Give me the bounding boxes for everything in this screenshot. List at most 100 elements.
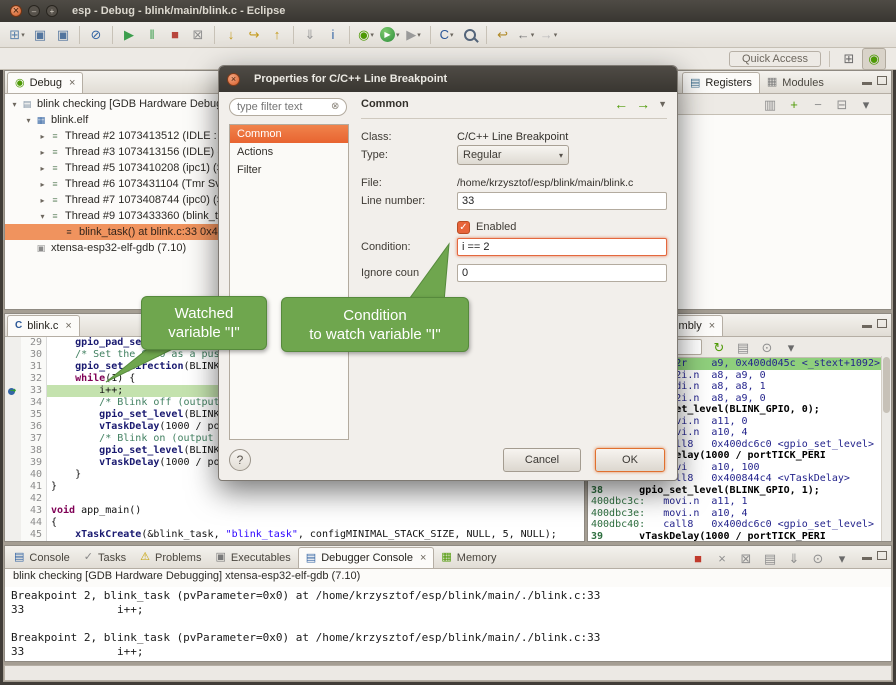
window-maximize-button[interactable]: +: [46, 5, 58, 17]
external-tools-icon[interactable]: ▶▾: [403, 25, 425, 45]
close-icon[interactable]: ×: [420, 552, 426, 564]
tree-expander[interactable]: ▸: [37, 196, 48, 205]
dialog-close-button[interactable]: ×: [227, 73, 240, 86]
drop-to-frame-icon[interactable]: ⇓: [299, 25, 321, 45]
tree-expander[interactable]: ▸: [37, 132, 48, 141]
tab-tasks[interactable]: ✓Tasks: [77, 547, 133, 568]
tab-problems[interactable]: ⚠Problems: [133, 547, 208, 568]
tab-registers[interactable]: ▤Registers: [682, 72, 760, 93]
close-icon[interactable]: ×: [709, 320, 715, 332]
tree-expander[interactable]: ▸: [37, 180, 48, 189]
new-cpp-file-icon[interactable]: C▾: [436, 25, 458, 45]
maximize-view-icon[interactable]: [877, 76, 887, 85]
ok-button[interactable]: OK: [595, 448, 665, 472]
instruction-stepping-icon[interactable]: i: [322, 25, 344, 45]
dialog-nav-filter[interactable]: Filter: [230, 161, 348, 179]
code-line[interactable]: 42: [5, 493, 584, 505]
disassembly-line[interactable]: 38 gpio_set_level(BLINK_GPIO, 1);: [588, 485, 891, 497]
code-line[interactable]: 45 xTaskCreate(&blink_task, "blink_task"…: [5, 529, 584, 541]
back-icon[interactable]: ←▾: [515, 25, 537, 45]
minimize-view-icon[interactable]: [862, 325, 872, 328]
tab-debugger-console[interactable]: ▤Debugger Console×: [298, 547, 435, 568]
tree-expander[interactable]: ▾: [23, 116, 34, 125]
tree-expander[interactable]: ▸: [37, 148, 48, 157]
code-line[interactable]: 44{: [5, 517, 584, 529]
disassembly-line[interactable]: 400dbc3e: movi.n a10, 4: [588, 508, 891, 520]
tab-console[interactable]: ▤Console: [7, 547, 77, 568]
view-menu-icon[interactable]: ▾: [855, 94, 877, 114]
remove-launch-icon[interactable]: ×: [711, 548, 733, 568]
tree-expander[interactable]: ▾: [9, 100, 20, 109]
search-icon[interactable]: [459, 25, 481, 45]
open-perspective-icon[interactable]: ⊞: [838, 49, 860, 69]
help-button[interactable]: ?: [229, 449, 251, 471]
save-all-icon[interactable]: ▣: [52, 25, 74, 45]
back-icon[interactable]: ←: [614, 96, 628, 112]
debug-perspective-icon[interactable]: ◉: [862, 48, 886, 70]
debug-icon[interactable]: ◉▾: [355, 25, 377, 45]
last-edit-location-icon[interactable]: ↩: [492, 25, 514, 45]
remove-all-launches-icon[interactable]: ⊠: [735, 548, 757, 568]
disassembly-line[interactable]: 39 vTaskDelay(1000 / portTICK_PERI: [588, 531, 891, 543]
window-close-button[interactable]: ×: [10, 5, 22, 17]
tab-memory[interactable]: ▦Memory: [434, 547, 503, 568]
minimize-view-icon[interactable]: [862, 557, 872, 560]
quick-access-button[interactable]: Quick Access: [729, 51, 821, 67]
track-location-icon[interactable]: ⊙: [756, 337, 778, 357]
disassembly-line[interactable]: 400dbc40: call8 0x400dc6c0 <gpio_set_lev…: [588, 519, 891, 531]
type-dropdown[interactable]: Regular ▾: [457, 145, 569, 165]
tab-modules[interactable]: ▦Modules: [760, 72, 831, 93]
ignore-count-field[interactable]: [457, 264, 667, 282]
resume-icon[interactable]: ▶: [118, 25, 140, 45]
collapse-all-icon[interactable]: ⊟: [831, 94, 853, 114]
tab-debug[interactable]: ◉ Debug ×: [7, 72, 83, 93]
sync-pc-icon[interactable]: ↻: [708, 337, 730, 357]
maximize-view-icon[interactable]: [877, 551, 887, 560]
terminate-console-icon[interactable]: ■: [687, 548, 709, 568]
forward-icon[interactable]: →▾: [538, 25, 560, 45]
skip-all-breakpoints-icon[interactable]: ⊘: [85, 25, 107, 45]
save-icon[interactable]: ▣: [29, 25, 51, 45]
condition-field[interactable]: [457, 238, 667, 256]
code-line[interactable]: 43void app_main(): [5, 505, 584, 517]
scroll-lock-icon[interactable]: ⇓: [783, 548, 805, 568]
console-menu-icon[interactable]: ▾: [831, 548, 853, 568]
view-menu-icon[interactable]: ▼: [658, 99, 667, 109]
enabled-checkbox[interactable]: ✓: [457, 221, 470, 234]
scrollbar-thumb[interactable]: [883, 357, 890, 413]
layout-icon[interactable]: ▥: [759, 94, 781, 114]
window-minimize-button[interactable]: –: [28, 5, 40, 17]
disconnect-icon[interactable]: ⊠: [187, 25, 209, 45]
tab-blink-c[interactable]: C blink.c ×: [7, 315, 80, 336]
minimize-view-icon[interactable]: [862, 82, 872, 85]
close-icon[interactable]: ×: [65, 320, 71, 332]
disassembly-line[interactable]: 400dbc3c: movi.n a11, 1: [588, 496, 891, 508]
new-icon[interactable]: ⊞▾: [6, 25, 28, 45]
terminate-icon[interactable]: ■: [164, 25, 186, 45]
close-icon[interactable]: ×: [69, 77, 75, 89]
console-output[interactable]: Breakpoint 2, blink_task (pvParameter=0x…: [5, 587, 891, 662]
dialog-nav-actions[interactable]: Actions: [230, 143, 348, 161]
filter-input[interactable]: [229, 98, 347, 116]
line-number-field[interactable]: [457, 192, 667, 210]
tree-expander[interactable]: ▸: [37, 164, 48, 173]
tab-executables[interactable]: ▣Executables: [208, 547, 297, 568]
tree-expander[interactable]: ▾: [37, 212, 48, 221]
add-register-group-icon[interactable]: +: [783, 94, 805, 114]
step-into-icon[interactable]: ↓: [220, 25, 242, 45]
cancel-button[interactable]: Cancel: [503, 448, 581, 472]
step-return-icon[interactable]: ↑: [266, 25, 288, 45]
suspend-icon[interactable]: ‖: [141, 25, 163, 45]
pin-console-icon[interactable]: ⊙: [807, 548, 829, 568]
maximize-view-icon[interactable]: [877, 319, 887, 328]
show-source-icon[interactable]: ▤: [732, 337, 754, 357]
remove-register-group-icon[interactable]: −: [807, 94, 829, 114]
run-icon[interactable]: ▶▾: [378, 25, 402, 45]
disassembly-menu-icon[interactable]: ▾: [780, 337, 802, 357]
code-line[interactable]: 41}: [5, 481, 584, 493]
scrollbar[interactable]: [881, 356, 891, 541]
clear-filter-icon[interactable]: ⊗: [331, 101, 339, 112]
clear-console-icon[interactable]: ▤: [759, 548, 781, 568]
step-over-icon[interactable]: ↪: [243, 25, 265, 45]
dialog-nav-common[interactable]: Common: [230, 125, 348, 143]
